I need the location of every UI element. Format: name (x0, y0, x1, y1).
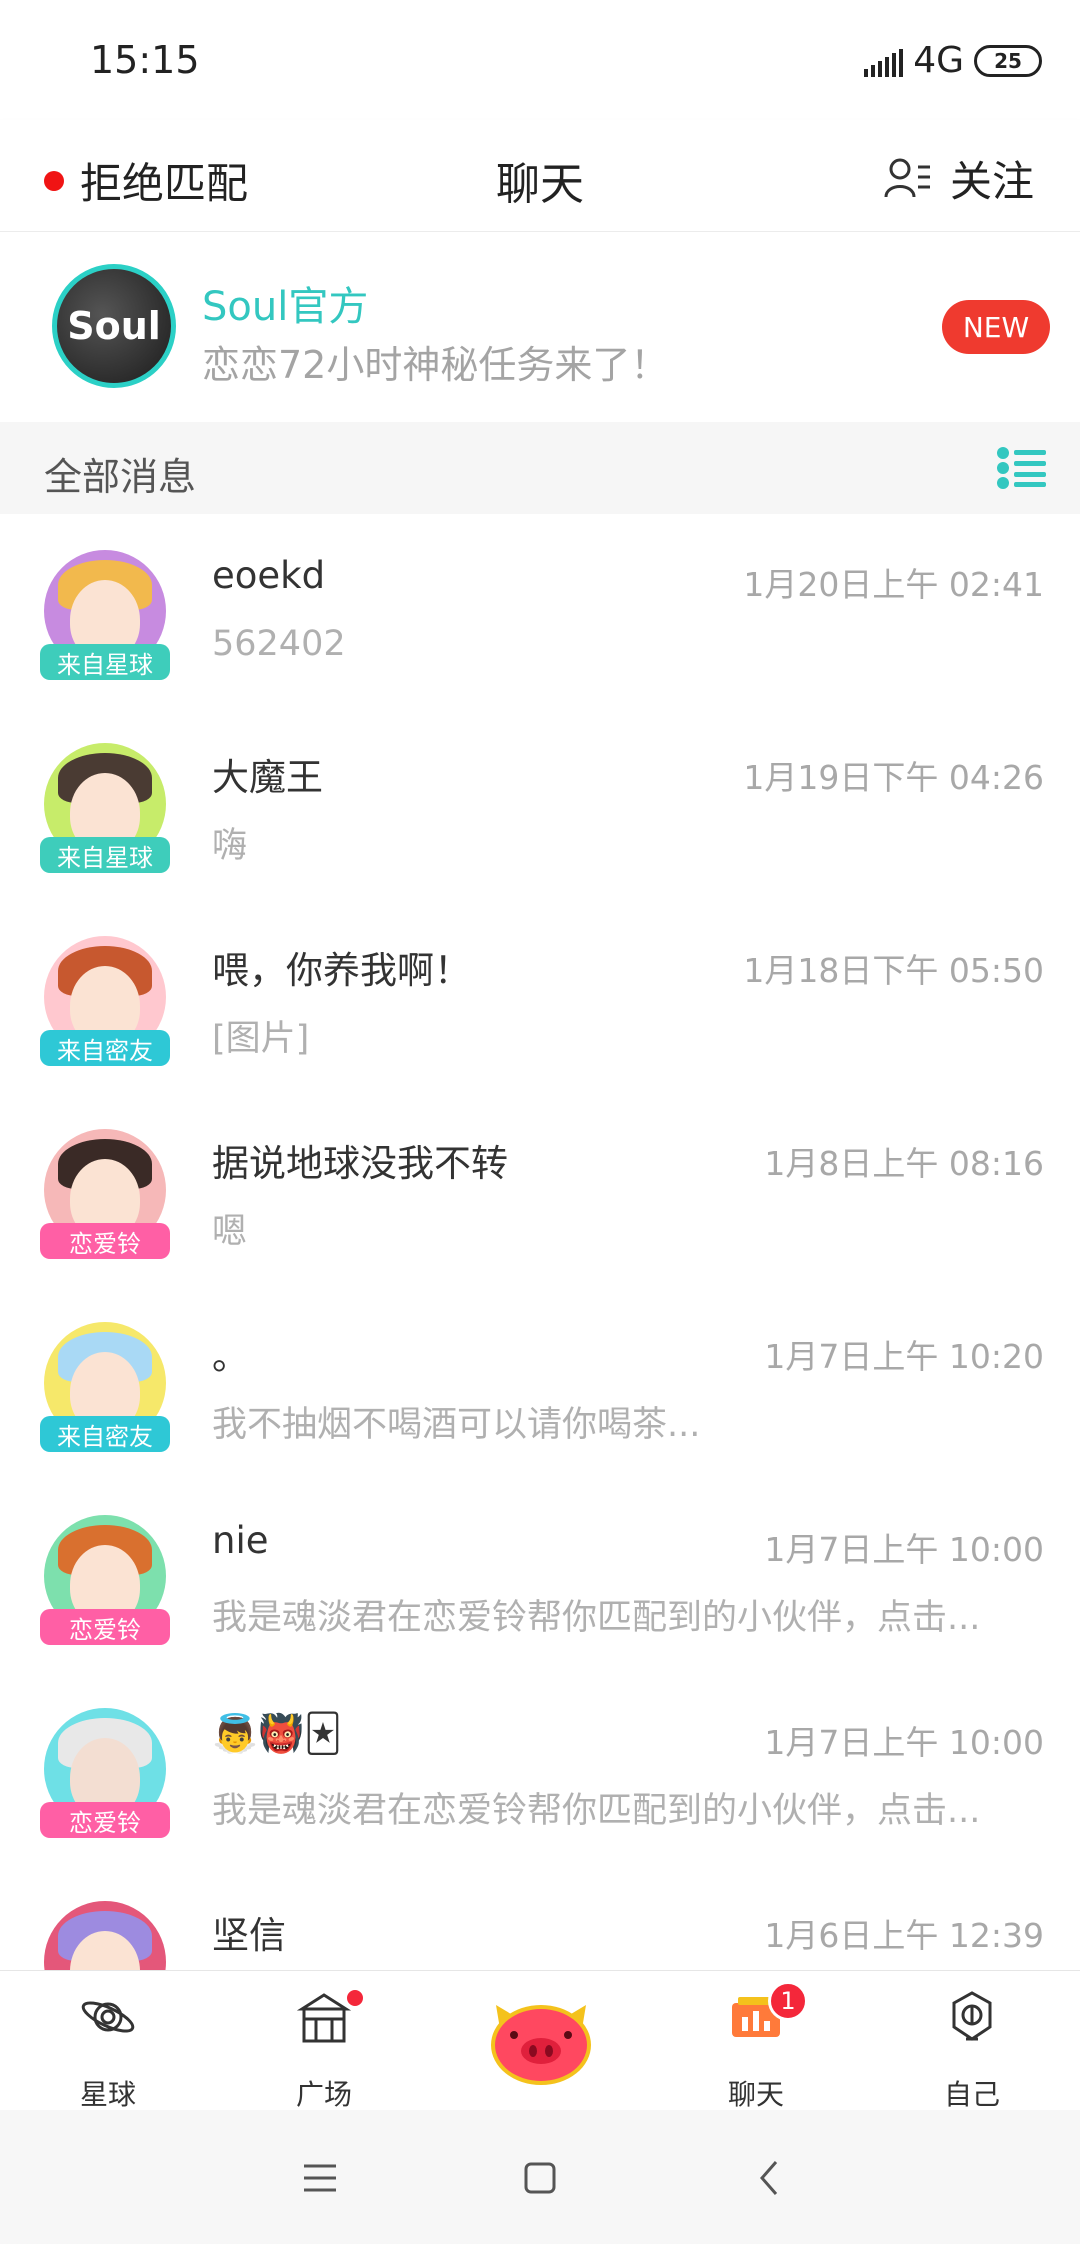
chat-name: 大魔王 (212, 756, 323, 799)
reject-match-label: 拒绝匹配 (80, 159, 249, 208)
source-tag: 恋爱铃 (40, 1802, 170, 1838)
chat-item[interactable]: 来自密友 喂，你养我啊！ 1月18日下午 05:50 [图片] (0, 900, 1080, 1093)
source-tag: 来自星球 (40, 837, 170, 873)
chat-header: 拒绝匹配 聊天 关注 (0, 120, 1080, 232)
nav-me[interactable]: 自己 (892, 1971, 1052, 2111)
source-tag: 恋爱铃 (40, 1223, 170, 1259)
follow-label: 关注 (949, 157, 1034, 206)
chat-item[interactable]: 来自星球 大魔王 1月19日下午 04:26 嗨 (0, 707, 1080, 900)
network-type: 4G (913, 40, 964, 81)
signal-icon (864, 45, 904, 77)
pig-center-button[interactable] (486, 1995, 596, 2087)
chat-item[interactable]: 恋爱铃 nie 1月7日上午 10:00 我是魂淡君在恋爱铃帮你匹配到的小伙伴，… (0, 1479, 1080, 1672)
profile-icon (952, 1991, 992, 2041)
chat-preview: 我是魂淡君在恋爱铃帮你匹配到的小伙伴，点击... (212, 1791, 981, 1831)
official-message: 恋恋72小时神秘任务来了！ (202, 343, 669, 387)
status-dot-icon (44, 170, 64, 191)
chat-unread-badge: 1 (768, 1981, 808, 2021)
chat-preview: 我是魂淡君在恋爱铃帮你匹配到的小伙伴，点击... (212, 1598, 981, 1638)
chat-item[interactable]: 坚信 1月6日上午 12:39 (0, 1865, 1080, 1970)
chat-time: 1月7日上午 10:20 (764, 1337, 1044, 1376)
menu-icon[interactable] (296, 2154, 344, 2202)
chat-preview: 我不抽烟不喝酒可以请你喝茶... (212, 1405, 701, 1445)
chat-name: 坚信 (212, 1914, 286, 1957)
section-title: 全部消息 (44, 455, 197, 499)
source-tag: 恋爱铃 (40, 1609, 170, 1645)
chat-item[interactable]: 来自密友 。 1月7日上午 10:20 我不抽烟不喝酒可以请你喝茶... (0, 1286, 1080, 1479)
chat-item[interactable]: 恋爱铃 👼👹🃏 1月7日上午 10:00 我是魂淡君在恋爱铃帮你匹配到的小伙伴，… (0, 1672, 1080, 1865)
chat-name: 喂，你养我啊！ (212, 949, 471, 992)
notification-dot (344, 1987, 366, 2009)
chat-preview: 嗯 (212, 1212, 248, 1252)
chat-preview: 562402 (212, 624, 346, 664)
nav-chat[interactable]: 1 聊天 (676, 1971, 836, 2111)
battery-icon: 25 (974, 44, 1042, 77)
home-icon[interactable] (516, 2154, 564, 2202)
chat-item[interactable]: 恋爱铃 据说地球没我不转 1月8日上午 08:16 嗯 (0, 1093, 1080, 1286)
nav-planet[interactable]: 星球 (28, 1971, 188, 2111)
chat-name: nie (212, 1519, 269, 1562)
nav-square-label: 广场 (295, 2078, 352, 2111)
nav-square[interactable]: 广场 (244, 1971, 404, 2111)
bottom-nav: 星球 广场 1 聊天 自己 (0, 1970, 1080, 2111)
official-conversation[interactable]: Soul Soul官方 恋恋72小时神秘任务来了！ NEW (0, 232, 1080, 422)
status-bar: 15:15 4G 25 (0, 0, 1080, 120)
system-nav-bar (0, 2110, 1080, 2244)
new-badge: NEW (942, 300, 1050, 354)
chat-time: 1月20日上午 02:41 (743, 565, 1044, 604)
section-header: 全部消息 (0, 422, 1080, 514)
avatar (44, 1901, 166, 1970)
chat-list: 来自星球 eoekd 1月20日上午 02:41 562402 来自星球 大魔王… (0, 514, 1080, 1970)
status-time: 15:15 (90, 38, 200, 82)
battery-level: 25 (994, 48, 1022, 73)
source-tag: 来自密友 (40, 1030, 170, 1066)
chat-time: 1月6日上午 12:39 (764, 1916, 1044, 1955)
chat-time: 1月7日上午 10:00 (764, 1723, 1044, 1762)
list-view-icon[interactable] (996, 446, 1048, 490)
nav-chat-label: 聊天 (727, 2078, 784, 2111)
chat-preview: [图片] (212, 1019, 310, 1059)
nav-me-label: 自己 (943, 2078, 1000, 2111)
back-icon[interactable] (746, 2154, 794, 2202)
source-tag: 来自密友 (40, 1416, 170, 1452)
reject-match-toggle[interactable]: 拒绝匹配 (44, 150, 248, 211)
chat-preview: 嗨 (212, 826, 248, 866)
planet-icon (81, 2001, 135, 2033)
official-name: Soul官方 (202, 284, 369, 330)
follow-list-icon (884, 158, 930, 197)
chat-name: 👼👹🃏 (212, 1712, 342, 1755)
source-tag: 来自星球 (40, 644, 170, 680)
chat-item[interactable]: 来自星球 eoekd 1月20日上午 02:41 562402 (0, 514, 1080, 707)
chat-time: 1月8日上午 08:16 (764, 1144, 1044, 1183)
chat-time: 1月18日下午 05:50 (743, 951, 1044, 990)
chat-name: eoekd (212, 554, 326, 597)
status-indicators: 4G 25 (864, 40, 1042, 81)
chat-name: 据说地球没我不转 (212, 1142, 508, 1185)
nav-planet-label: 星球 (79, 2078, 136, 2111)
chat-time: 1月19日下午 04:26 (743, 758, 1044, 797)
chat-time: 1月7日上午 10:00 (764, 1530, 1044, 1569)
follow-button[interactable]: 关注 (884, 148, 1034, 209)
soul-logo-avatar: Soul (52, 264, 176, 388)
chat-name: 。 (212, 1335, 249, 1378)
